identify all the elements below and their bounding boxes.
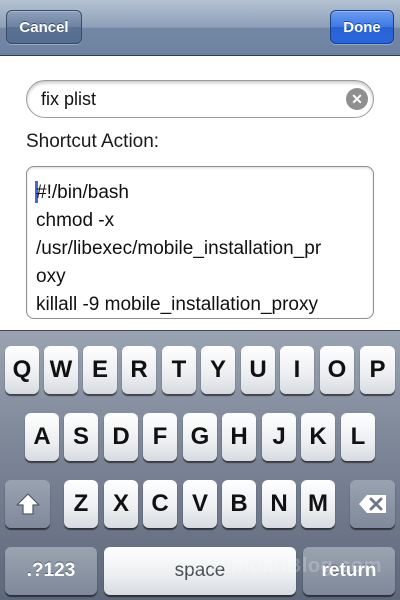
- shift-key[interactable]: [5, 480, 50, 528]
- done-button[interactable]: Done: [330, 10, 394, 44]
- clear-icon[interactable]: ✕: [346, 88, 368, 110]
- shift-icon: [15, 493, 40, 515]
- script-line: chmod -x: [36, 210, 115, 231]
- key-q[interactable]: Q: [5, 346, 39, 394]
- key-b[interactable]: B: [222, 480, 256, 528]
- keyboard: Q W E R T Y U I O P A S D F G H J K L Z …: [0, 330, 400, 600]
- key-f[interactable]: F: [143, 413, 177, 461]
- key-c[interactable]: C: [143, 480, 177, 528]
- key-i[interactable]: I: [280, 346, 314, 394]
- key-a[interactable]: A: [25, 413, 59, 461]
- key-n[interactable]: N: [262, 480, 296, 528]
- key-k[interactable]: K: [301, 413, 335, 461]
- key-d[interactable]: D: [104, 413, 138, 461]
- shortcut-action-textarea[interactable]: #!/bin/bash chmod -x /usr/libexec/mobile…: [26, 166, 374, 319]
- key-e[interactable]: E: [83, 346, 117, 394]
- script-line: /usr/libexec/mobile_installation_pr: [36, 238, 322, 259]
- key-j[interactable]: J: [262, 413, 296, 461]
- backspace-icon: [358, 495, 386, 513]
- key-t[interactable]: T: [162, 346, 196, 394]
- script-text: #!/bin/bash chmod -x /usr/libexec/mobile…: [36, 179, 322, 318]
- backspace-key[interactable]: [350, 480, 395, 528]
- key-z[interactable]: Z: [64, 480, 98, 528]
- key-p[interactable]: P: [360, 346, 395, 394]
- key-u[interactable]: U: [241, 346, 275, 394]
- key-w[interactable]: W: [44, 346, 78, 394]
- key-l[interactable]: L: [341, 413, 375, 461]
- script-line: oxy: [36, 266, 66, 287]
- key-g[interactable]: G: [183, 413, 217, 461]
- shortcut-name-input[interactable]: fix plist ✕: [26, 80, 374, 118]
- key-o[interactable]: O: [320, 346, 354, 394]
- key-x[interactable]: X: [104, 480, 138, 528]
- shortcut-action-label: Shortcut Action:: [26, 131, 160, 152]
- numbers-key[interactable]: .?123: [5, 547, 97, 595]
- script-line: #!/bin/bash: [36, 182, 129, 203]
- key-h[interactable]: H: [222, 413, 256, 461]
- cancel-button[interactable]: Cancel: [6, 10, 82, 44]
- key-y[interactable]: Y: [201, 346, 235, 394]
- key-s[interactable]: S: [64, 413, 98, 461]
- key-m[interactable]: M: [301, 480, 335, 528]
- key-r[interactable]: R: [122, 346, 156, 394]
- navigation-bar: Cancel Done: [0, 0, 400, 56]
- shortcut-name-value: fix plist: [41, 89, 97, 109]
- watermark: iDownloadBlog.com: [181, 555, 382, 577]
- script-line: killall -9 mobile_installation_proxy: [36, 294, 318, 315]
- key-v[interactable]: V: [183, 480, 217, 528]
